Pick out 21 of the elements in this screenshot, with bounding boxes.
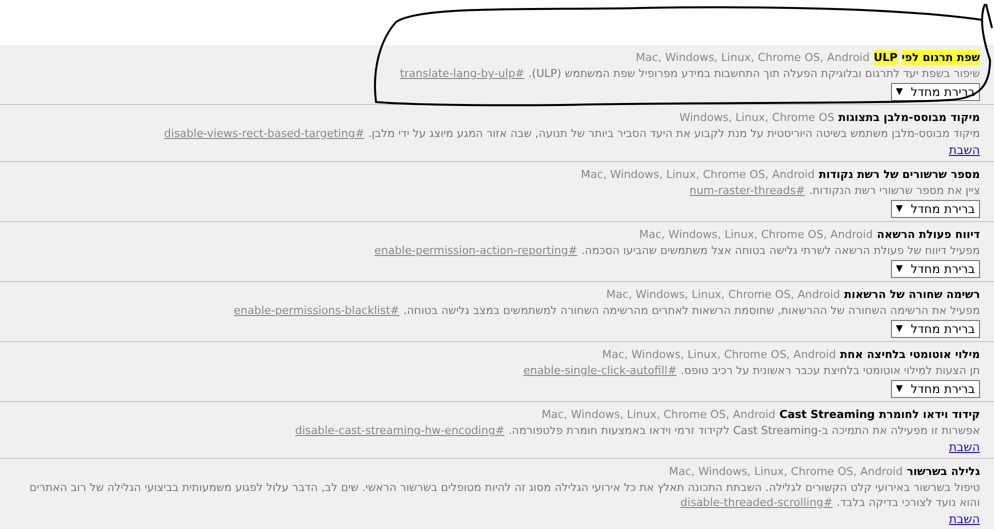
disable-link[interactable]: השבת	[948, 439, 980, 455]
disable-link[interactable]: השבת	[948, 511, 980, 527]
flag-title: דיווח פעולת הרשאה	[876, 227, 980, 242]
default-dropdown[interactable]: ברירת מחדל ▼	[890, 380, 980, 398]
flag-title: רשימה שחורה של הרשאות	[844, 287, 980, 302]
flag-title: מילוי אוטומטי בלחיצה אחת	[840, 347, 980, 362]
platforms-text: Mac, Windows, Linux, Chrome OS, Android	[580, 167, 815, 182]
flag-title: מספר שרשורים של רשת נקודות	[818, 167, 980, 182]
default-dropdown[interactable]: ברירת מחדל ▼	[890, 200, 980, 218]
platforms-text: Mac, Windows, Linux, Chrome OS, Android	[602, 347, 836, 362]
platforms-text: Windows, Linux, Chrome OS	[679, 110, 834, 125]
platforms-text: Mac, Windows, Linux, Chrome OS, Android	[636, 50, 870, 65]
platforms-text: Mac, Windows, Linux, Chrome OS, Android	[606, 287, 840, 302]
flag-title: גלילה בשרשור	[906, 464, 980, 479]
platforms-text: Mac, Windows, Linux, Chrome OS, Android	[668, 464, 903, 479]
disable-link[interactable]: השבת	[948, 142, 980, 158]
default-dropdown[interactable]: ברירת מחדל ▼	[890, 260, 980, 278]
default-dropdown[interactable]: ברירת מחדל ▼	[890, 320, 980, 338]
platforms-text: Mac, Windows, Linux, Chrome OS, Android	[639, 227, 873, 242]
platforms-text: Mac, Windows, Linux, Chrome OS, Android	[542, 407, 776, 422]
flag-title: מיקוד מבוסס-מלבן בתצוגות	[838, 110, 980, 125]
